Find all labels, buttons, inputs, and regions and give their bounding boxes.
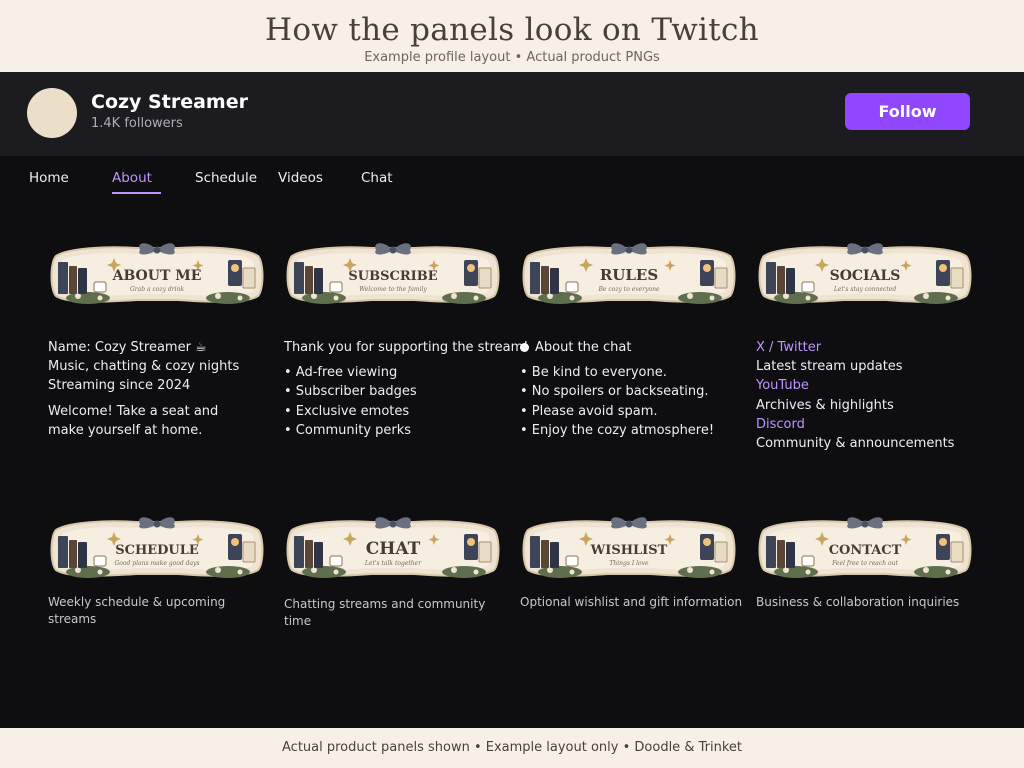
panel-tagline: Welcome to the family [359, 286, 427, 293]
tab-schedule[interactable]: Schedule [195, 170, 257, 186]
panel-caption: Optional wishlist and gift information [520, 595, 743, 609]
banner-subtitle: Example profile layout • Actual product … [364, 50, 660, 65]
footer-banner: Actual product panels shown • Example la… [0, 728, 1024, 768]
panel-tagline: Be cozy to everyone [597, 286, 659, 293]
active-tab-indicator [112, 192, 161, 194]
tab-videos[interactable]: Videos [278, 170, 323, 186]
panel-about-me-image[interactable]: ABOUT ME Grab a cozy drink [48, 238, 266, 310]
social-link-discord[interactable]: Discord [756, 415, 981, 434]
panel-tagline: Let's stay connected [833, 286, 897, 293]
panel-tagline: Good plans make good days [114, 560, 199, 567]
panel-rules-image[interactable]: RULES Be cozy to everyone [520, 238, 738, 310]
panel-schedule-image[interactable]: SCHEDULE Good plans make good days [48, 512, 266, 584]
panel-banner-label: CHAT [366, 539, 421, 559]
list-item: • Ad-free viewing [284, 365, 398, 381]
panel-tagline: Let's talk together [364, 560, 422, 567]
panel-socials-image[interactable]: SOCIALS Let's stay connected [756, 238, 974, 310]
panel-banner-label: SUBSCRIBE [348, 269, 437, 284]
subscribe-intro: Thank you for supporting the stream! [284, 340, 529, 355]
panel-banner-label: RULES [600, 266, 658, 284]
panel-banner-label: SOCIALS [830, 268, 901, 284]
about-welcome: Welcome! Take a seat and [48, 403, 219, 419]
social-desc: Community & announcements [756, 436, 955, 452]
panel-wishlist-image[interactable]: WISHLIST Things I love [520, 512, 738, 584]
list-item: • Subscriber badges [284, 384, 417, 400]
list-item: • Community perks [284, 422, 412, 438]
tab-about[interactable]: About [112, 170, 152, 186]
panel-contact-image[interactable]: CONTACT Feel free to reach out [756, 512, 974, 584]
list-item: • Be kind to everyone. [520, 365, 667, 381]
tab-chat[interactable]: Chat [361, 170, 393, 186]
panel-banner-label: CONTACT [829, 543, 902, 558]
subscribe-panel-description: Thank you for supporting the stream! • A… [284, 338, 529, 440]
social-link-twitter[interactable]: X / Twitter [756, 338, 981, 357]
panel-banner-label: SCHEDULE [115, 543, 199, 558]
channel-name[interactable]: Cozy Streamer [91, 91, 248, 113]
panel-chat-image[interactable]: CHAT Let's talk together [284, 512, 502, 584]
about-panel-description: Name: Cozy Streamer ☕ Music, chatting & … [48, 338, 273, 440]
panel-caption: Chatting streams and community time [284, 597, 486, 628]
list-item: • No spoilers or backseating. [520, 384, 709, 400]
social-link-youtube[interactable]: YouTube [756, 376, 981, 395]
follower-count: 1.4K followers [91, 116, 183, 131]
follow-button[interactable]: Follow [845, 93, 970, 130]
socials-panel-description: X / Twitter Latest stream updates YouTub… [756, 338, 981, 453]
about-line: Music, chatting & cozy nights [48, 359, 240, 375]
profile-header: Cozy Streamer 1.4K followers Follow [0, 72, 1024, 156]
panel-tagline: Grab a cozy drink [130, 286, 184, 293]
panel-caption: Weekly schedule & upcoming streams [48, 595, 226, 626]
panel-subscribe-image[interactable]: SUBSCRIBE Welcome to the family [284, 238, 502, 310]
about-line: Name: Cozy Streamer ☕ [48, 340, 207, 355]
list-item: • Exclusive emotes [284, 403, 410, 419]
top-banner: How the panels look on Twitch Example pr… [0, 0, 1024, 72]
about-welcome: make yourself at home. [48, 422, 203, 438]
about-line: Streaming since 2024 [48, 378, 191, 394]
rules-heading: About the chat [520, 338, 745, 357]
banner-title: How the panels look on Twitch [265, 12, 759, 48]
panel-banner-label: ABOUT ME [112, 268, 202, 284]
avatar[interactable] [27, 88, 77, 138]
bullet-dot-icon [520, 343, 529, 352]
panel-tagline: Things I love [609, 560, 649, 567]
list-item: • Enjoy the cozy atmosphere! [520, 422, 715, 438]
social-desc: Archives & highlights [756, 397, 894, 413]
social-desc: Latest stream updates [756, 359, 903, 375]
list-item: • Please avoid spam. [520, 403, 658, 419]
tab-home[interactable]: Home [29, 170, 69, 186]
panel-caption: Business & collaboration inquiries [756, 595, 960, 609]
panel-tagline: Feel free to reach out [831, 560, 898, 567]
rules-panel-description: About the chat • Be kind to everyone. • … [520, 338, 745, 440]
panel-banner-label: WISHLIST [590, 543, 668, 558]
